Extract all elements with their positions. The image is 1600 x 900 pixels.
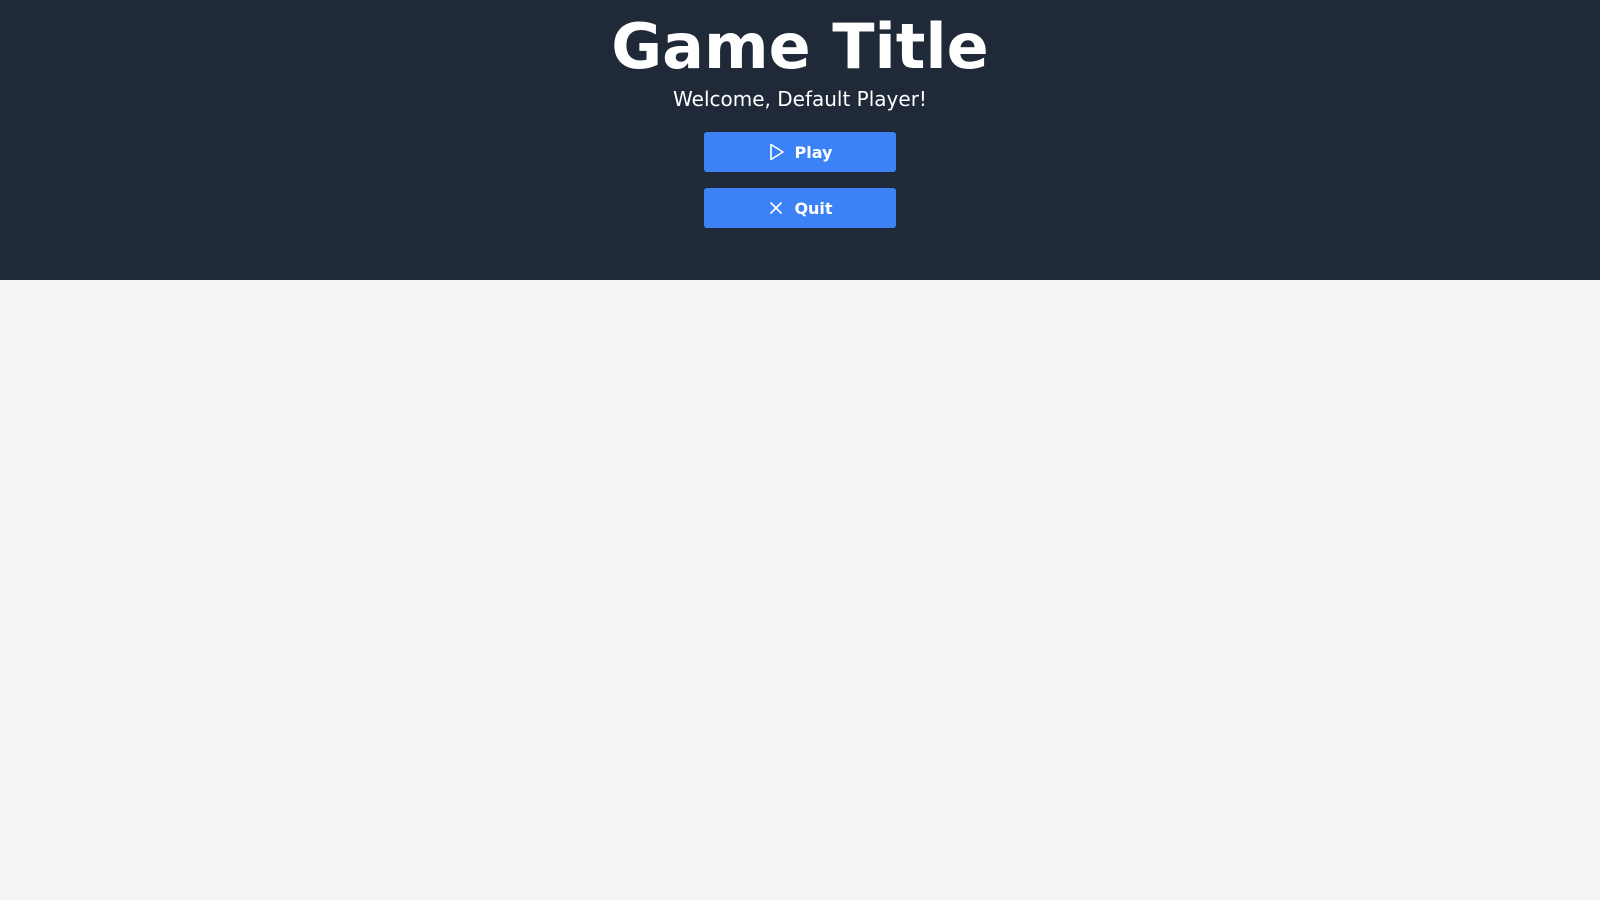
main-area — [0, 280, 1600, 900]
quit-button[interactable]: Quit — [704, 188, 896, 228]
main-menu: Play Quit — [704, 132, 896, 228]
title-screen-header: Game Title Welcome, Default Player! Play… — [0, 0, 1600, 280]
play-button[interactable]: Play — [704, 132, 896, 172]
welcome-message: Welcome, Default Player! — [673, 87, 927, 111]
game-title: Game Title — [611, 10, 989, 83]
play-button-label: Play — [794, 142, 833, 162]
close-icon — [767, 199, 785, 217]
play-icon — [768, 143, 786, 161]
quit-button-label: Quit — [794, 198, 833, 218]
